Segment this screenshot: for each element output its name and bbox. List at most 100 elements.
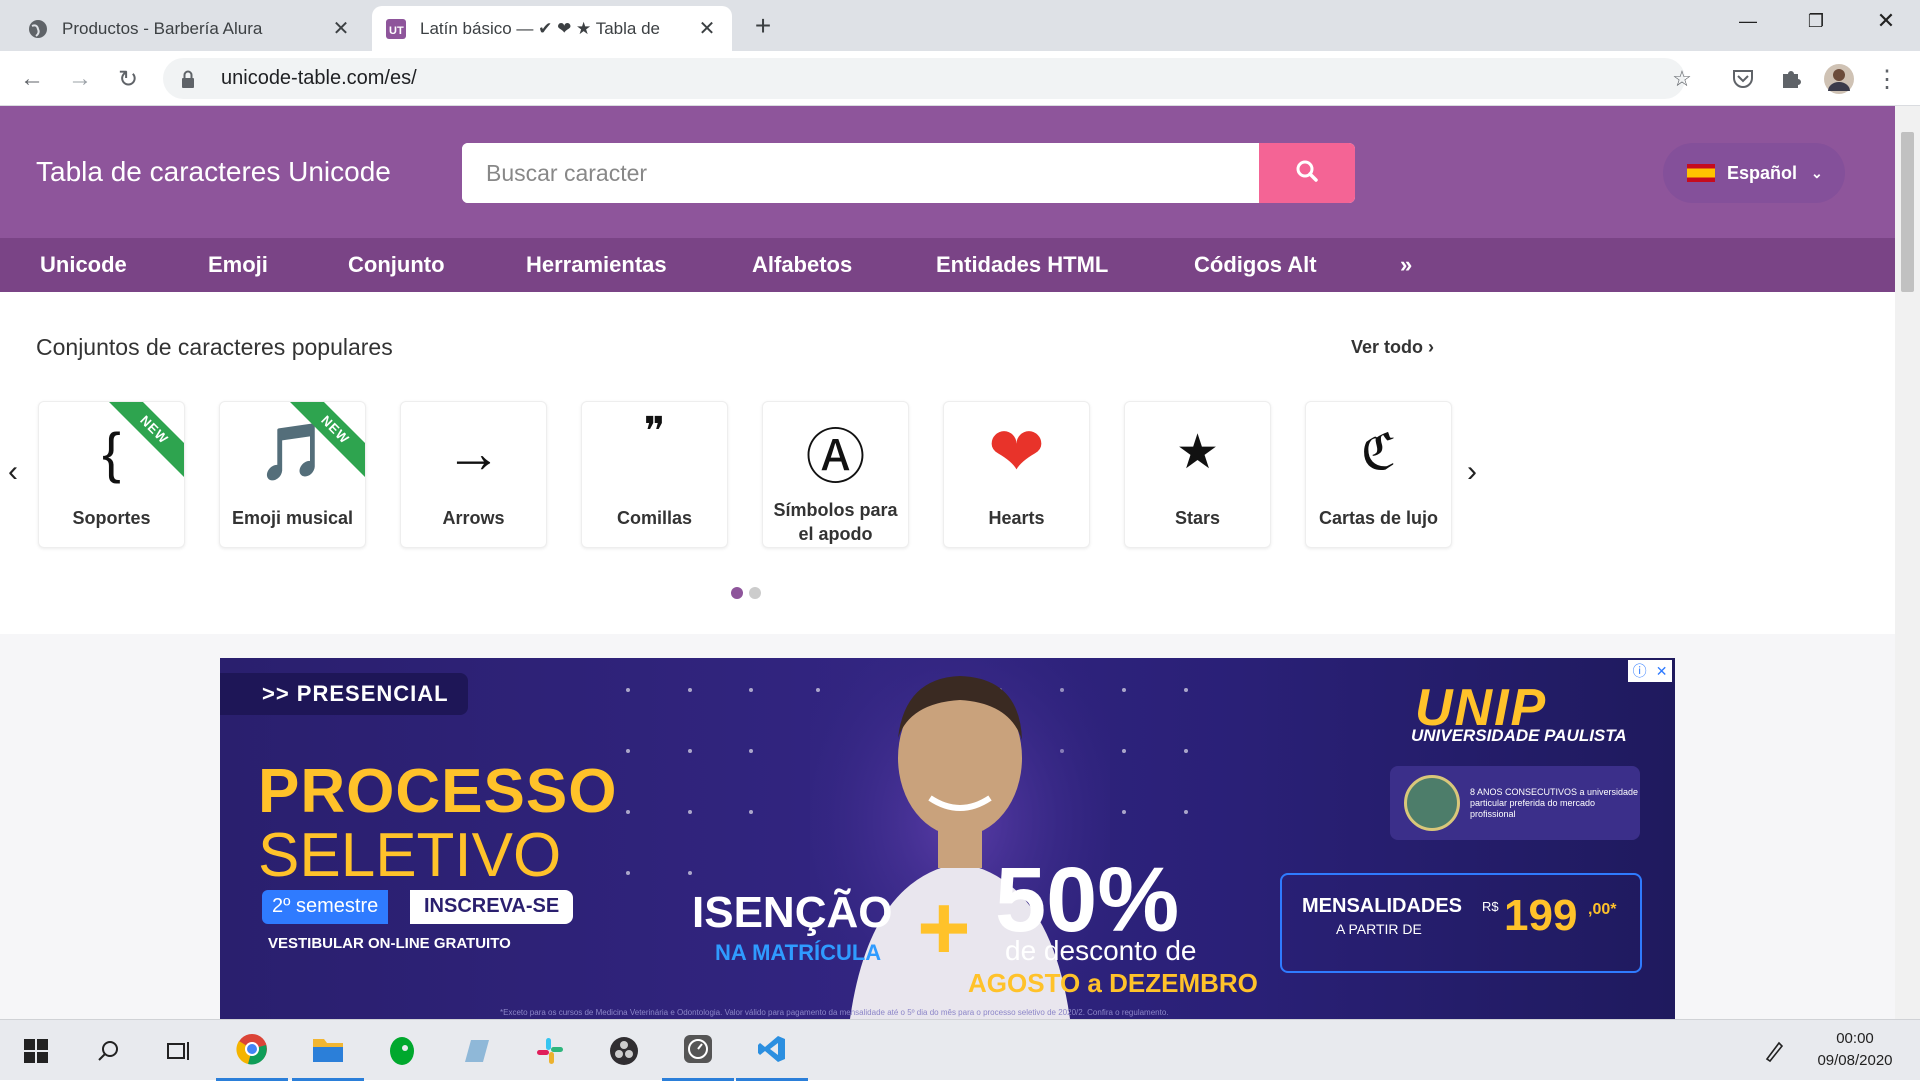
- slack-icon[interactable]: [514, 1020, 586, 1081]
- search-input[interactable]: [462, 143, 1259, 203]
- card-glyph: ★: [1175, 426, 1220, 479]
- ad-inscreva-button[interactable]: INSCREVA-SE: [410, 890, 574, 924]
- minimize-icon[interactable]: —: [1718, 0, 1778, 42]
- card-label: Arrows: [442, 508, 505, 528]
- language-selector[interactable]: Español ⌄: [1663, 143, 1845, 203]
- ad-info-icon[interactable]: ⓘ: [1633, 661, 1647, 681]
- screen-recorder-icon[interactable]: [662, 1020, 734, 1081]
- clock-date: 09/08/2020: [1817, 1052, 1893, 1069]
- ad-semester: 2º semestre: [262, 890, 389, 924]
- chevron-down-icon: ⌄: [1811, 164, 1823, 181]
- page-scrollbar[interactable]: [1895, 106, 1920, 1019]
- language-label: Español: [1727, 162, 1798, 183]
- set-card-arrows[interactable]: → Arrows: [400, 401, 547, 548]
- card-label: Emoji musical: [231, 508, 354, 528]
- browser-toolbar: ← → ↻ unicode-table.com/es/ ☆ ⋮: [0, 51, 1920, 106]
- ad-choices[interactable]: ⓘ ✕: [1628, 660, 1672, 682]
- award-seal-icon: [1404, 775, 1460, 831]
- nav-alfabetos[interactable]: Alfabetos: [752, 252, 852, 278]
- set-card-hearts[interactable]: ❤ Hearts: [943, 401, 1090, 548]
- carousel-prev-button[interactable]: ‹: [8, 455, 18, 489]
- ad-currency: R$: [1482, 899, 1499, 914]
- scrollbar-thumb[interactable]: [1901, 132, 1914, 292]
- card-label: Hearts: [988, 508, 1045, 528]
- carousel-dot[interactable]: [749, 587, 761, 599]
- evernote-icon[interactable]: [366, 1020, 438, 1081]
- windows-taskbar: 00:00 09/08/2020: [0, 1019, 1920, 1081]
- globe-icon: [28, 19, 48, 39]
- card-glyph: →: [445, 420, 502, 484]
- set-card-stars[interactable]: ★ Stars: [1124, 401, 1271, 548]
- bookmark-star-icon[interactable]: ☆: [1666, 63, 1698, 95]
- nav-unicode[interactable]: Unicode: [40, 252, 127, 278]
- ad-pill-presencial: >> PRESENCIAL: [220, 673, 468, 715]
- ad-headline-processo: PROCESSO: [258, 757, 618, 826]
- ad-headline-seletivo: SELETIVO: [258, 821, 562, 890]
- card-label: Stars: [1174, 508, 1221, 528]
- ad-price-box: MENSALIDADES A PARTIR DE R$ 199 ,00*: [1280, 873, 1642, 973]
- nav-more[interactable]: »: [1400, 252, 1412, 278]
- back-icon[interactable]: ←: [16, 63, 48, 95]
- nav-codigos-alt[interactable]: Códigos Alt: [1194, 252, 1317, 278]
- browser-tab-strip: Productos - Barbería Alura ✕ UT Latín bá…: [0, 0, 1920, 51]
- card-label: Símbolos para el apodo: [773, 500, 898, 544]
- popular-sets-title: Conjuntos de caracteres populares: [36, 334, 393, 360]
- tab-latin-basico[interactable]: UT Latín básico — ✔ ❤ ★ Tabla de ✕: [372, 6, 732, 51]
- tab-close-icon[interactable]: ✕: [330, 18, 352, 40]
- url-text: unicode-table.com/es/: [221, 67, 417, 89]
- spain-flag-icon: [1687, 164, 1715, 182]
- notes-app-icon[interactable]: [440, 1020, 512, 1081]
- set-card-soportes[interactable]: { NEW Soportes: [38, 401, 185, 548]
- forward-icon[interactable]: →: [64, 63, 96, 95]
- vscode-icon[interactable]: [736, 1020, 808, 1081]
- card-label: Soportes: [72, 508, 151, 528]
- ad-mensalidades: MENSALIDADES: [1302, 895, 1463, 917]
- tab-close-icon[interactable]: ✕: [696, 18, 718, 40]
- nav-herramientas[interactable]: Herramientas: [526, 252, 667, 278]
- task-view-icon[interactable]: [144, 1020, 216, 1081]
- nav-entidades-html[interactable]: Entidades HTML: [936, 252, 1108, 278]
- card-glyph: ❞: [643, 410, 666, 454]
- obs-icon[interactable]: [588, 1020, 660, 1081]
- menu-dots-icon[interactable]: ⋮: [1871, 63, 1903, 95]
- reload-icon[interactable]: ↻: [112, 63, 144, 95]
- pen-icon[interactable]: [1754, 1020, 1794, 1081]
- tab-title: Productos - Barbería Alura: [62, 18, 263, 38]
- nav-conjunto[interactable]: Conjunto: [348, 252, 445, 278]
- chrome-app-icon[interactable]: [216, 1020, 288, 1081]
- taskbar-search-icon[interactable]: [72, 1020, 144, 1081]
- award-text: 8 ANOS CONSECUTIVOS a universidade parti…: [1470, 786, 1639, 819]
- site-nav: Unicode Emoji Conjunto Herramientas Alfa…: [0, 238, 1895, 292]
- card-label: Cartas de lujo: [1318, 508, 1439, 528]
- set-card-comillas[interactable]: ❞ Comillas: [581, 401, 728, 548]
- set-card-cartas-lujo[interactable]: ℭ Cartas de lujo: [1305, 401, 1452, 548]
- carousel-dot-active[interactable]: [731, 587, 743, 599]
- system-clock[interactable]: 00:00 09/08/2020: [1800, 1028, 1910, 1072]
- see-all-link[interactable]: Ver todo ›: [1351, 337, 1434, 358]
- ad-plus: +: [917, 877, 971, 979]
- ad-fine-print: *Exceto para os cursos de Medicina Veter…: [500, 1008, 1169, 1017]
- unip-ad-banner[interactable]: >> PRESENCIAL PROCESSO SELETIVO 2º semes…: [220, 658, 1675, 1019]
- site-title[interactable]: Tabla de caracteres Unicode: [36, 156, 391, 188]
- set-card-emoji-musical[interactable]: 🎵 NEW Emoji musical: [219, 401, 366, 548]
- ad-a-partir: A PARTIR DE: [1336, 921, 1422, 937]
- extensions-puzzle-icon[interactable]: [1775, 63, 1807, 95]
- ad-close-icon[interactable]: ✕: [1656, 663, 1668, 680]
- svg-text:UT: UT: [389, 25, 404, 37]
- windows-start-icon[interactable]: [0, 1020, 72, 1081]
- pocket-icon[interactable]: [1727, 63, 1759, 95]
- unip-subtitle: UNIVERSIDADE PAULISTA: [1411, 726, 1627, 745]
- ad-discount-desc: de desconto de: [1005, 935, 1197, 966]
- new-tab-button[interactable]: +: [748, 12, 778, 42]
- profile-avatar[interactable]: [1823, 63, 1855, 95]
- nav-emoji[interactable]: Emoji: [208, 252, 268, 278]
- restore-icon[interactable]: ❐: [1786, 0, 1846, 42]
- close-window-icon[interactable]: ✕: [1856, 0, 1916, 42]
- file-explorer-icon[interactable]: [292, 1020, 364, 1081]
- address-bar[interactable]: unicode-table.com/es/: [163, 58, 1685, 99]
- card-glyph: Ⓐ: [805, 423, 866, 491]
- tab-productos[interactable]: Productos - Barbería Alura ✕: [14, 6, 366, 51]
- search-button[interactable]: [1259, 143, 1355, 203]
- set-card-simbolos-apodo[interactable]: Ⓐ Símbolos para el apodo: [762, 401, 909, 548]
- carousel-next-button[interactable]: ›: [1467, 455, 1477, 489]
